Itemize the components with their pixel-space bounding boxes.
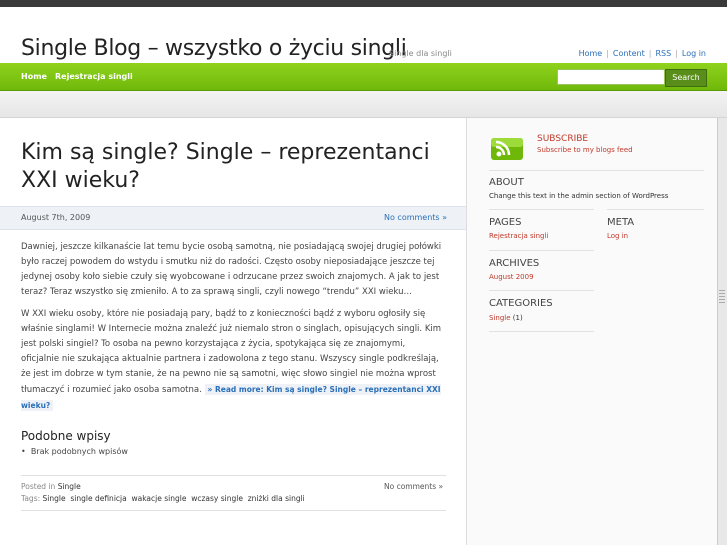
post-date: August 7th, 2009	[21, 213, 91, 222]
about-title: ABOUT	[489, 177, 524, 188]
tag-link[interactable]: zniżki dla singli	[248, 494, 305, 503]
archives-title: ARCHIVES	[489, 258, 540, 269]
top-link-rss[interactable]: RSS	[655, 49, 671, 58]
pages-title: PAGES	[489, 217, 522, 228]
top-links: Home | Content | RSS | Log in	[579, 49, 706, 58]
post-comments-link[interactable]: No comments »	[384, 213, 447, 222]
site-header: Single Blog – wszystko o życiu singli Si…	[0, 7, 727, 63]
separator: |	[648, 49, 652, 58]
subscribe-title[interactable]: SUBSCRIBE	[537, 134, 588, 144]
footer-comments-link[interactable]: No comments »	[384, 482, 443, 491]
divider	[21, 510, 446, 511]
top-link-content[interactable]: Content	[613, 49, 645, 58]
divider	[489, 170, 704, 171]
posted-in-category-link[interactable]: Single	[58, 482, 81, 491]
search-input[interactable]	[557, 69, 665, 85]
site-description: Single dla singli	[389, 49, 452, 58]
site-title[interactable]: Single Blog – wszystko o życiu singli	[21, 36, 407, 61]
post-tags: Tags: Single single definicja wakacje si…	[21, 494, 305, 503]
sub-header-bar	[0, 91, 727, 118]
categories-title: CATEGORIES	[489, 298, 553, 309]
tag-link[interactable]: single definicja	[70, 494, 126, 503]
search-button[interactable]: Search	[665, 69, 707, 87]
tag-link[interactable]: wakacje single	[131, 494, 186, 503]
posted-in-label: Posted in	[21, 482, 56, 491]
divider	[489, 331, 594, 332]
post-paragraph-2-text: W XXI wieku osoby, które nie posiadają p…	[21, 309, 442, 395]
post-paragraph-2: W XXI wieku osoby, które nie posiadają p…	[21, 307, 446, 414]
top-link-home[interactable]: Home	[579, 49, 603, 58]
divider	[489, 250, 594, 251]
about-text: Change this text in the admin section of…	[489, 192, 669, 200]
divider	[607, 209, 704, 210]
nav-item-home[interactable]: Home	[21, 72, 47, 81]
post-title[interactable]: Kim są single? Single – reprezentanci XX…	[21, 139, 451, 195]
separator: |	[675, 49, 678, 58]
meta-title: META	[607, 217, 635, 228]
browser-top-strip	[0, 0, 727, 7]
divider	[489, 209, 594, 210]
divider	[21, 475, 446, 476]
nav-item-rejestracja[interactable]: Rejestracja singli	[55, 72, 133, 81]
post-paragraph-1: Dawniej, jeszcze kilkanaście lat temu by…	[21, 242, 442, 297]
top-link-login[interactable]: Log in	[682, 49, 706, 58]
similar-posts-title: Podobne wpisy	[21, 429, 111, 443]
pages-item-rejestracja[interactable]: Rejestracja singli	[489, 232, 548, 240]
similar-posts-item: • Brak podobnych wpisów	[21, 447, 128, 456]
vertical-scrollbar[interactable]	[717, 118, 727, 545]
subscribe-link[interactable]: Subscribe to my blogs feed	[537, 146, 633, 154]
post-meta-bar: August 7th, 2009 No comments »	[0, 206, 466, 230]
similar-posts-item-label: Brak podobnych wpisów	[30, 447, 128, 456]
posted-in: Posted in Single	[21, 482, 81, 491]
separator: |	[606, 49, 609, 58]
archives-item[interactable]: August 2009	[489, 273, 534, 281]
category-link-single[interactable]: Single	[489, 314, 511, 322]
post-footer: Posted in Single No comments » Tags: Sin…	[0, 475, 466, 511]
bullet-icon: •	[21, 447, 31, 456]
scrollbar-grip-icon[interactable]	[719, 290, 725, 304]
divider	[489, 290, 594, 291]
meta-item-login[interactable]: Log in	[607, 232, 628, 240]
tag-link[interactable]: wczasy single	[191, 494, 243, 503]
tags-label: Tags:	[21, 494, 41, 503]
category-count: (1)	[512, 314, 523, 322]
tag-link[interactable]: Single	[43, 494, 66, 503]
rss-feed-icon[interactable]	[490, 135, 524, 161]
categories-item: Single (1)	[489, 314, 523, 322]
